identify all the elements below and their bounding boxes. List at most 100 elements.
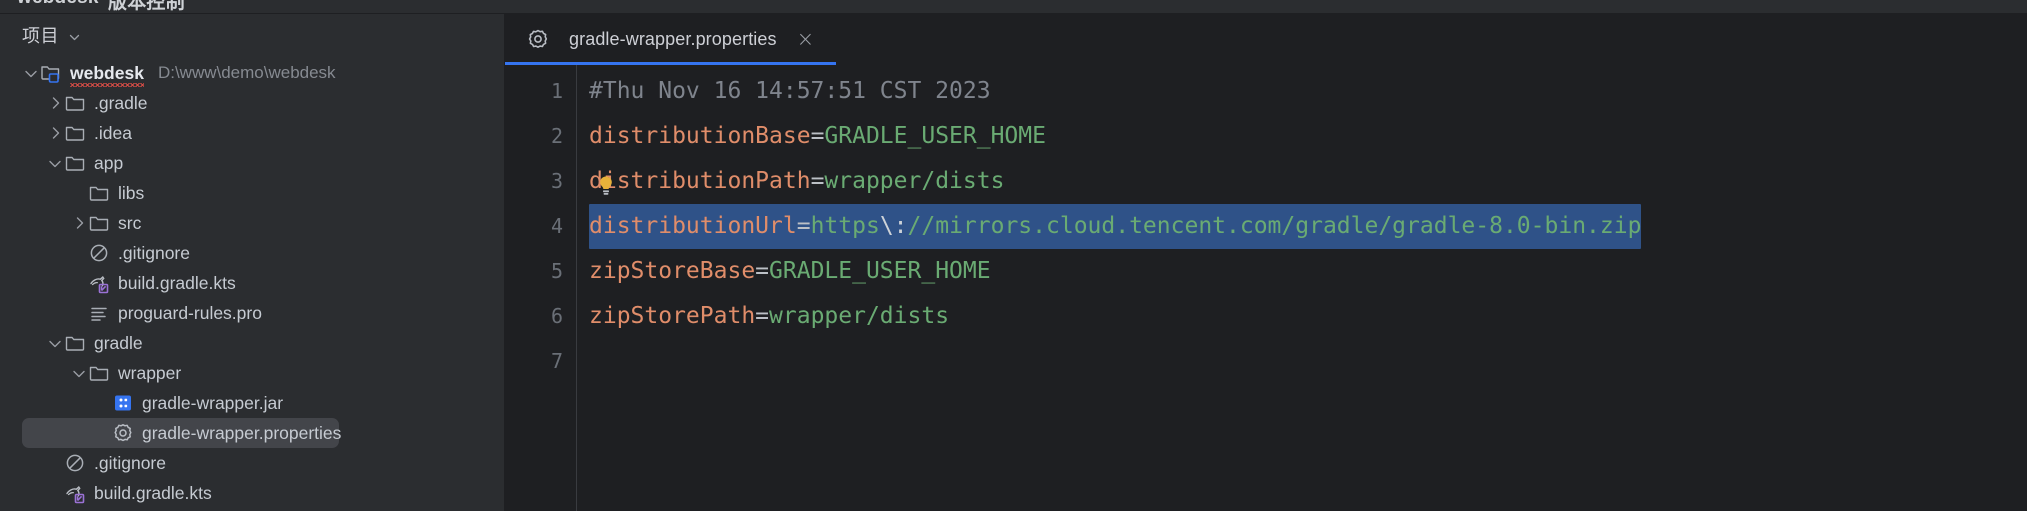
tree-row[interactable]: app [0,148,504,178]
tree-row[interactable]: webdesk D:\www\demo\webdesk [0,58,504,88]
tree-row[interactable]: .gradle [0,88,504,118]
gear-icon [112,422,134,444]
line-number: 7 [550,349,563,373]
code-line[interactable]: distributionUrl=https\://mirrors.cloud.t… [589,204,2027,249]
gitignore-icon [64,452,86,474]
chevron-right-icon[interactable] [46,94,64,112]
folder-icon [64,122,86,144]
property-value-path: //mirrors.cloud.tencent.com/gradle/gradl… [907,213,1642,239]
tree-row-label: webdesk [70,63,144,87]
folder-icon [88,362,110,384]
chevron-down-icon[interactable] [70,364,88,382]
gitignore-icon [88,242,110,264]
code-editor[interactable]: 1 2 3 4 5 6 7 #Thu Nov 16 14:57:51 CST 2023 dis… [505,65,2027,511]
property-equals: = [810,123,825,149]
error-underline [70,82,144,87]
tree-row[interactable]: src [0,208,504,238]
project-panel-title: 项目 [22,26,59,46]
tree-row[interactable]: .gitignore [0,238,504,268]
property-value: wrapper/dists [824,168,1005,194]
ide-window: webdesk 版本控制 项目 webdesk D:\www\demo\webde… [0,0,2027,511]
property-equals: = [796,213,811,239]
tree-row[interactable]: libs [0,178,504,208]
gradle-kts-icon [88,272,110,294]
property-key: zipStoreBase [589,258,756,284]
editor-tab-bar: gradle-wrapper.properties × [505,13,2027,65]
editor-tab-title: gradle-wrapper.properties [569,28,777,49]
tree-row[interactable]: wrapper [0,358,504,388]
code-line[interactable]: zipStoreBase=GRADLE_USER_HOME [589,249,2027,294]
chevron-down-icon[interactable] [68,31,81,44]
line-number: 5 [550,259,563,283]
line-number: 4 [550,214,563,238]
folder-icon [88,212,110,234]
text-lines-icon [88,302,110,324]
editor-pane: gradle-wrapper.properties × 1 2 3 4 5 6 7 #Thu… [504,13,2027,511]
property-key: distributionBase [589,123,811,149]
gear-icon [527,28,549,50]
property-key: distributionPath [589,168,811,194]
tree-row-selected[interactable]: gradle-wrapper.properties [22,418,342,448]
text-selection: distributionUrl=https\://mirrors.cloud.t… [589,204,1642,249]
code-line[interactable] [589,339,2027,384]
ide-body: 项目 webdesk D:\www\demo\webdesk .gradle .ide… [0,13,2027,511]
lightbulb-icon[interactable] [595,169,617,195]
tree-row[interactable]: build.gradle.kts [0,268,504,298]
line-number: 1 [550,79,563,103]
tree-row[interactable]: build.gradle.kts [0,478,504,508]
line-number-gutter: 1 2 3 4 5 6 7 [505,65,577,511]
folder-icon [64,92,86,114]
project-panel-header[interactable]: 项目 [0,14,504,56]
tree-row[interactable]: gradle [0,328,504,358]
tree-row-label: build.gradle.kts [94,482,212,503]
tree-row-label: proguard-rules.pro [118,302,262,323]
tree-row-label: .idea [94,122,132,143]
line-number: 6 [550,304,563,328]
folder-icon [64,332,86,354]
tree-row-path: D:\www\demo\webdesk [157,63,336,82]
property-key: distributionUrl [589,213,797,239]
chevron-down-icon[interactable] [46,334,64,352]
property-value: GRADLE_USER_HOME [824,123,1046,149]
tree-row[interactable]: gradle-wrapper.jar [0,388,504,418]
project-sidebar: 项目 webdesk D:\www\demo\webdesk .gradle .ide… [0,13,504,511]
tree-row[interactable]: .idea [0,118,504,148]
title-bar: webdesk 版本控制 [0,0,2027,13]
chevron-down-icon[interactable] [22,64,40,82]
chevron-right-icon[interactable] [46,124,64,142]
tree-row-label: src [118,212,142,233]
tree-row-label: build.gradle.kts [118,272,236,293]
folder-icon [64,152,86,174]
tree-row[interactable]: .gitignore [0,448,504,478]
title-bar-vcs-menu[interactable]: 版本控制 [108,0,185,13]
property-value-scheme: https [810,213,880,239]
tree-row-label: wrapper [118,362,182,383]
tree-row-label: app [94,152,124,173]
module-folder-icon [40,62,62,84]
property-equals: = [755,258,770,284]
code-line[interactable]: zipStorePath=wrapper/dists [589,294,2027,339]
code-content-area[interactable]: #Thu Nov 16 14:57:51 CST 2023 distributio… [577,65,2027,511]
code-line[interactable]: distributionPath=wrapper/dists [589,159,2027,204]
line-number: 3 [550,169,563,193]
chevron-right-icon[interactable] [70,214,88,232]
tree-row-label: gradle [94,332,143,353]
folder-icon [88,182,110,204]
jar-archive-icon [112,392,134,414]
property-key: zipStorePath [589,303,756,329]
editor-tab-gradle-wrapper-properties[interactable]: gradle-wrapper.properties × [505,13,837,65]
property-value: GRADLE_USER_HOME [769,258,991,284]
property-equals: = [810,168,825,194]
tree-row[interactable]: proguard-rules.pro [0,298,504,328]
tree-row-label: .gitignore [118,242,190,263]
code-line[interactable]: distributionBase=GRADLE_USER_HOME [589,114,2027,159]
project-file-tree[interactable]: webdesk D:\www\demo\webdesk .gradle .idea ap… [0,56,504,511]
tree-row-label: libs [118,182,145,203]
title-bar-project-name[interactable]: webdesk [17,0,99,9]
tree-row-label: gradle-wrapper.properties [142,422,342,443]
tree-row-label: .gradle [94,92,148,113]
code-line[interactable]: #Thu Nov 16 14:57:51 CST 2023 [589,69,2027,114]
close-icon[interactable]: × [797,28,815,50]
chevron-down-icon[interactable] [46,154,64,172]
property-value: wrapper/dists [769,303,950,329]
